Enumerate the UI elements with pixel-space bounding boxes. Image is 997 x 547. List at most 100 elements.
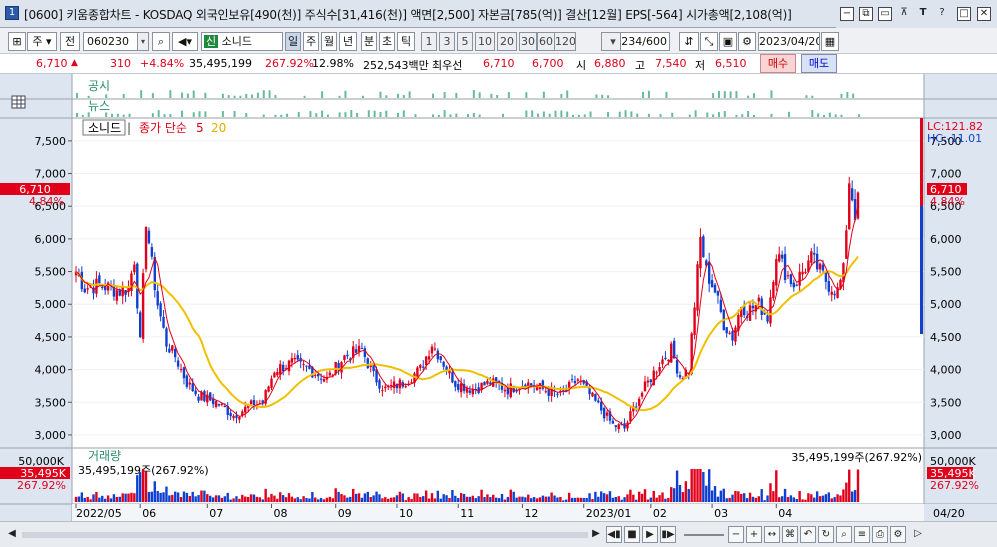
pin-icon[interactable]: ⊼ [897, 7, 911, 21]
stop-icon[interactable]: ■ [624, 526, 640, 543]
sell-button[interactable]: 매도 [801, 54, 837, 73]
volume-bar [839, 495, 842, 502]
minus-icon[interactable]: − [728, 526, 744, 543]
candle-body [98, 275, 101, 284]
plus-icon[interactable]: + [746, 526, 762, 543]
volume-bar [705, 485, 708, 502]
minute-10[interactable]: 10 [475, 32, 495, 51]
restore-icon[interactable]: ⧉ [859, 7, 873, 21]
candle-body [138, 312, 142, 338]
period-select[interactable]: 주 ▾ [27, 32, 57, 51]
candle-body [459, 383, 463, 393]
volume-bar [521, 496, 524, 502]
candle-body [713, 284, 717, 293]
close-icon[interactable]: ✕ [977, 7, 991, 21]
candle-body [302, 364, 305, 366]
notice-marker [490, 93, 493, 98]
date-input[interactable]: 2023/04/20 [758, 32, 820, 51]
layout-icon[interactable]: ⊞ [8, 32, 26, 51]
volume-bar [652, 490, 655, 502]
y-tick-label-right: 5,500 [930, 266, 962, 279]
maximize-icon[interactable]: ▭ [878, 7, 892, 21]
save-icon[interactable]: ▣ [719, 32, 737, 51]
notice-marker [140, 90, 143, 98]
menu-icon[interactable]: ≡ [854, 526, 870, 543]
zoom-icon[interactable]: ⤡ [700, 32, 718, 51]
minute-60[interactable]: 60 [537, 32, 555, 51]
candle-body [115, 290, 119, 301]
crosshair-icon[interactable]: ⇵ [679, 32, 699, 51]
price-chart[interactable]: 공시 뉴스 소니드 | 종가 단순 5 20 7,5007,0006,5006,… [0, 74, 997, 522]
volume-bar [314, 497, 317, 502]
candle-body [308, 365, 311, 369]
minute-1[interactable]: 1 [421, 32, 437, 51]
minute-30[interactable]: 30 [519, 32, 537, 51]
volume-bar [206, 494, 209, 502]
candle-body [845, 230, 848, 259]
volume-bar [95, 491, 98, 502]
search-chart-icon[interactable]: ⌕ [836, 526, 852, 543]
print-icon[interactable]: ⎙ [872, 526, 888, 543]
candle-body [702, 236, 705, 258]
undo-icon[interactable]: ↶ [800, 526, 816, 543]
legend-ma5: 5 [196, 121, 204, 135]
count-input[interactable]: 234/600 [620, 32, 670, 51]
candle-body [602, 407, 606, 419]
play-icon[interactable]: ▶ [642, 526, 658, 543]
scroll-left-icon[interactable]: ◀ [4, 526, 20, 543]
chart-area[interactable]: 공시 뉴스 소니드 | 종가 단순 5 20 7,500 7,000 6,500 6,… [0, 74, 997, 522]
window-title: [0600] 키움종합차트 - KOSDAQ 외국인보유[490(천)] 주식수… [24, 8, 792, 22]
scroll-track[interactable] [22, 532, 588, 538]
volume-bar [89, 499, 92, 502]
calendar-icon[interactable]: ▦ [821, 32, 839, 51]
scroll-right-icon[interactable]: ▶ [588, 526, 604, 543]
candle-body [176, 360, 180, 367]
grid-icon[interactable] [11, 95, 26, 109]
minute-5[interactable]: 5 [457, 32, 473, 51]
candle-body [646, 380, 650, 383]
interval-second[interactable]: 초 [379, 32, 395, 51]
buy-button[interactable]: 매수 [760, 54, 796, 73]
config-icon[interactable]: ⚙ [890, 526, 906, 543]
volume-bar [500, 493, 504, 502]
text-icon[interactable]: T [916, 7, 930, 21]
candle-body [343, 355, 346, 361]
volume-bar [86, 496, 89, 502]
minute-3[interactable]: 3 [439, 32, 455, 51]
volume-bar [349, 496, 352, 502]
interval-day[interactable]: 일 [285, 32, 301, 51]
refresh-icon[interactable]: ↻ [818, 526, 834, 543]
candle-body [594, 393, 597, 401]
last-icon[interactable]: ▮▶ [660, 526, 676, 543]
type-button[interactable]: 전 [60, 32, 80, 51]
volume-bar [185, 492, 189, 502]
stock-name-field[interactable]: 신 소니드 [201, 32, 283, 51]
minimize-icon[interactable]: − [840, 7, 854, 21]
interval-month[interactable]: 월 [321, 32, 337, 51]
minute-20[interactable]: 20 [497, 32, 517, 51]
news-marker [858, 114, 860, 117]
notice-marker [496, 95, 499, 98]
interval-tick[interactable]: 틱 [397, 32, 415, 51]
news-marker [350, 110, 353, 117]
help-icon[interactable]: ? [935, 7, 949, 21]
interval-year[interactable]: 년 [339, 32, 357, 51]
panel-scroll-right-icon[interactable]: ▷ [910, 526, 926, 543]
volume-label: 거래량 [88, 449, 121, 463]
expand-icon[interactable]: ↔ [764, 526, 780, 543]
interval-week[interactable]: 주 [303, 32, 319, 51]
bookmark-icon[interactable]: ⌘ [782, 526, 798, 543]
zoom-slider[interactable] [684, 534, 724, 536]
volume-bar [856, 469, 860, 502]
news-marker [356, 112, 359, 117]
window-maximize-icon[interactable]: □ [957, 7, 971, 21]
minute-120[interactable]: 120 [554, 32, 576, 51]
first-icon[interactable]: ◀▮ [606, 526, 622, 543]
interval-minute[interactable]: 분 [361, 32, 377, 51]
settings-icon[interactable]: ⚙ [738, 32, 756, 51]
chevron-down-icon[interactable]: ▾ [137, 32, 149, 51]
search-icon[interactable]: ⌕ [152, 32, 170, 51]
candle-body [465, 388, 469, 393]
volume-bar [398, 491, 402, 502]
speaker-icon[interactable]: ◀▾ [172, 32, 198, 51]
